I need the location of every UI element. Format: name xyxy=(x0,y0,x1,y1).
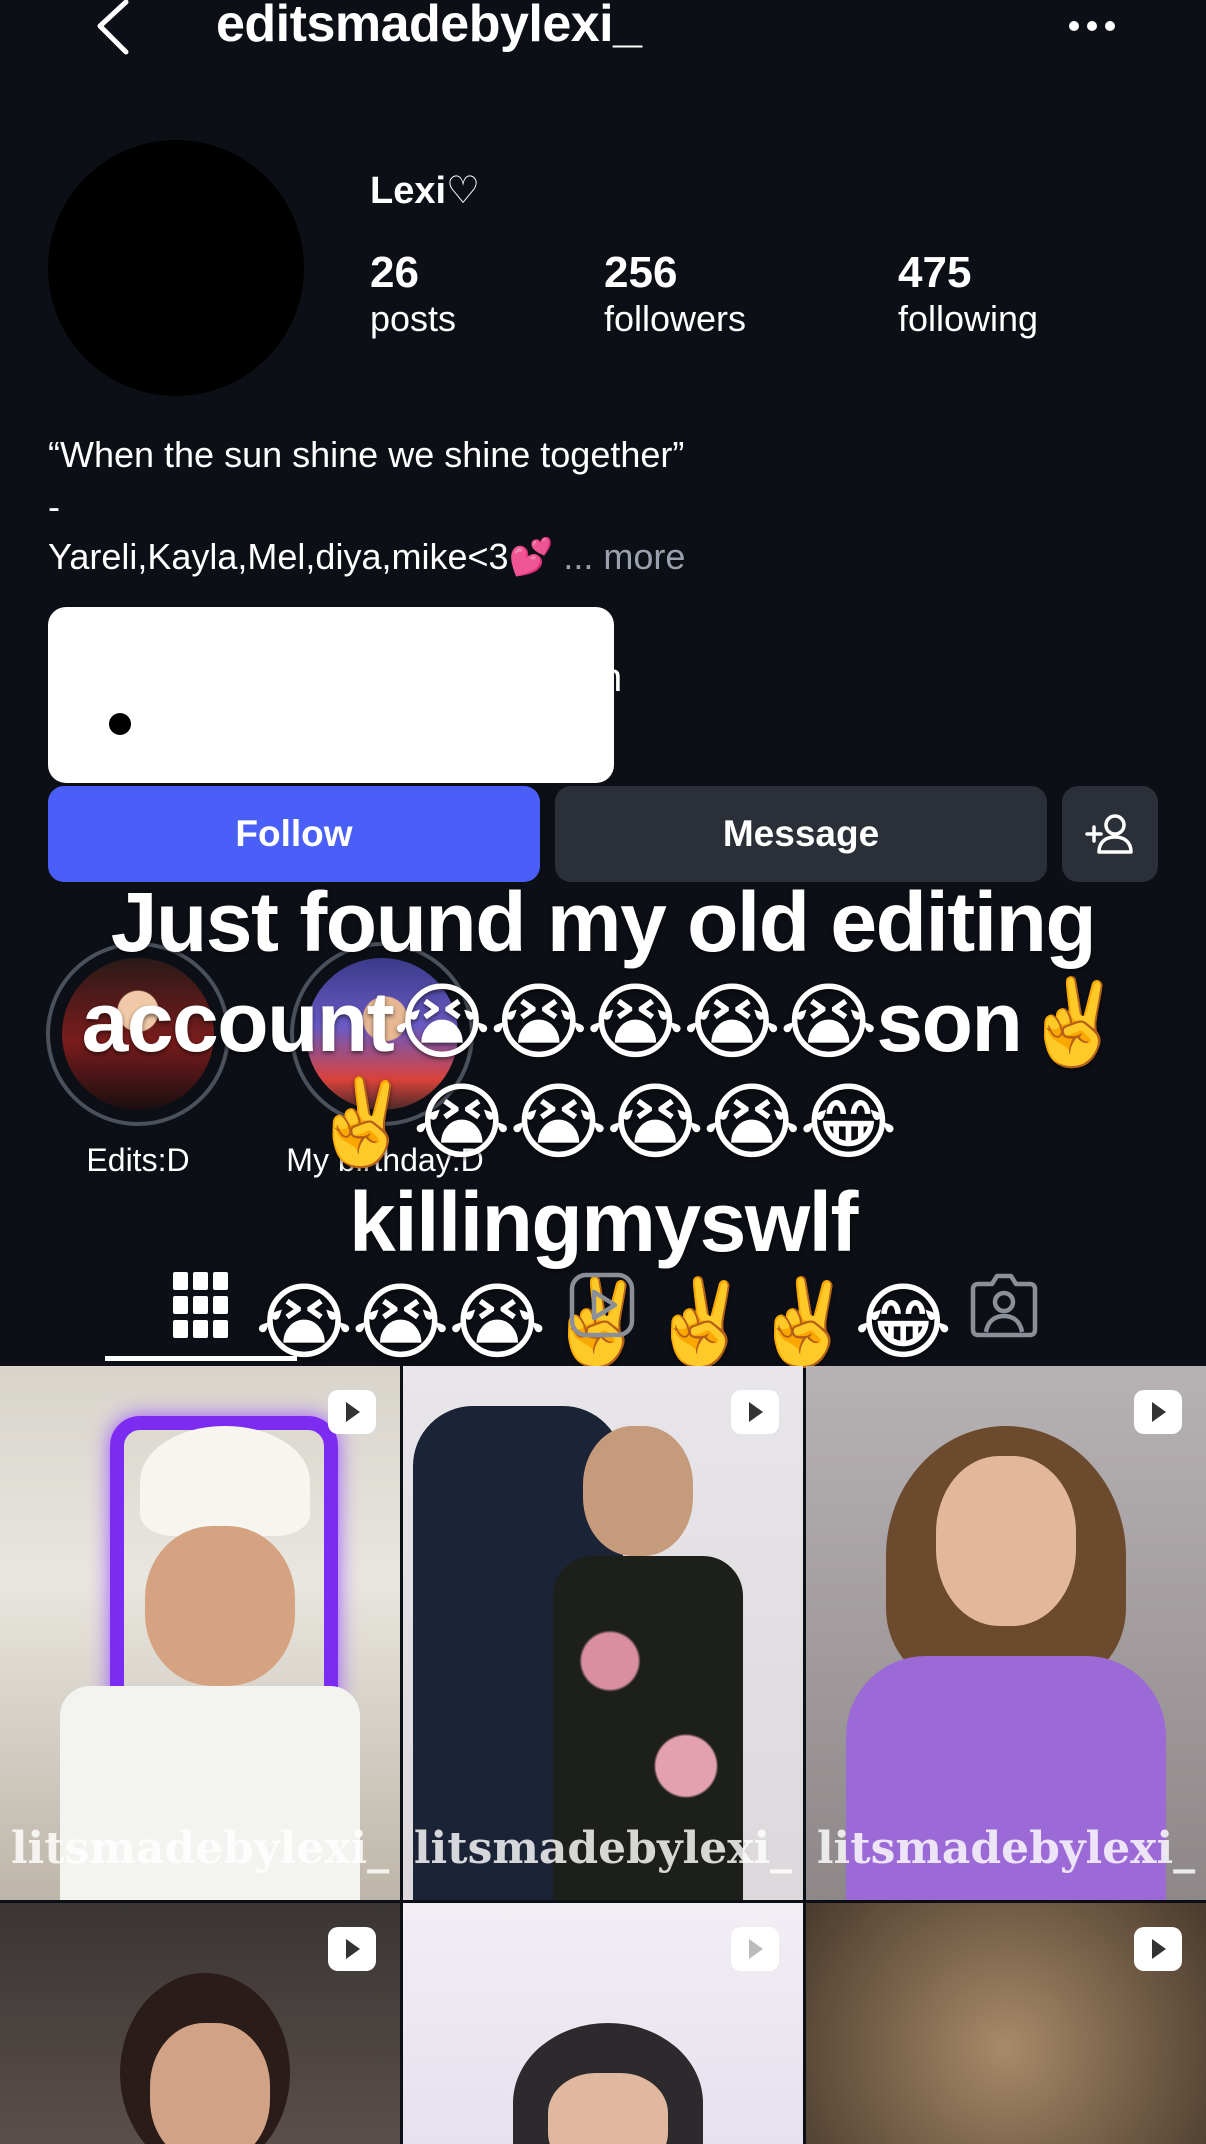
followers-count: 256 xyxy=(604,248,678,297)
grid-post-3[interactable]: litsmadebylexi_ xyxy=(806,1366,1206,1900)
tab-posts-grid[interactable] xyxy=(105,1250,297,1360)
active-tab-indicator xyxy=(105,1356,297,1361)
redaction-box xyxy=(48,607,614,783)
tile-1-watermark: litsmadebylexi_ xyxy=(10,1823,390,1874)
overlay-line-3: ✌️😭😭😭😭😂killingmyswlf xyxy=(309,1075,898,1269)
overlay-line-2: account😭😭😭😭😭son✌️ xyxy=(81,975,1126,1069)
followers-label: followers xyxy=(604,298,747,339)
grid-icon xyxy=(173,1272,228,1338)
add-person-icon xyxy=(1085,814,1133,854)
following-label: following xyxy=(898,298,1039,339)
reel-badge-icon xyxy=(1134,1390,1182,1434)
bio-line-2: - xyxy=(48,486,60,527)
reel-badge-icon xyxy=(731,1927,779,1971)
reels-icon xyxy=(569,1272,635,1338)
grid-post-1[interactable]: litsmadebylexi_ xyxy=(0,1366,400,1900)
reel-badge-icon xyxy=(328,1390,376,1434)
tile-2-face xyxy=(583,1426,693,1556)
tagged-person-icon xyxy=(970,1273,1038,1338)
posts-stat: 26 posts xyxy=(370,248,456,340)
posts-label: posts xyxy=(370,298,457,339)
reel-badge-icon xyxy=(731,1390,779,1434)
grid-post-6[interactable] xyxy=(806,1903,1206,2144)
tile-3-watermark: litsmadebylexi_ xyxy=(816,1823,1196,1874)
tile-5-face xyxy=(548,2073,668,2144)
bio-more-link[interactable]: more xyxy=(603,536,685,577)
tab-tagged[interactable] xyxy=(908,1250,1100,1360)
tile-3-face xyxy=(936,1456,1076,1626)
reel-badge-icon xyxy=(328,1927,376,1971)
profile-avatar[interactable] xyxy=(48,140,304,396)
bio-line-1: “When the sun shine we shine together” xyxy=(48,434,685,475)
followers-stat[interactable]: 256 followers xyxy=(604,248,746,340)
grid-post-4[interactable] xyxy=(0,1903,400,2144)
grid-post-2[interactable]: litsmadebylexi_ xyxy=(403,1366,803,1900)
posts-count: 26 xyxy=(370,248,419,297)
suggested-people-button[interactable] xyxy=(1062,786,1158,882)
overlay-line-1: Just found my old editing xyxy=(110,875,1097,969)
reel-badge-icon xyxy=(1134,1927,1182,1971)
grid-post-5[interactable] xyxy=(403,1903,803,2144)
bio-text: Yareli,Kayla,Mel,diya,mike<3💕 xyxy=(48,536,554,577)
display-name: Lexi♡ xyxy=(370,170,481,212)
tile-2-watermark: litsmadebylexi_ xyxy=(413,1823,793,1874)
tab-reels[interactable] xyxy=(506,1250,698,1360)
bio-ellipsis: ... xyxy=(563,536,594,577)
tile-1-face xyxy=(145,1526,295,1686)
tile-1-chef-hat xyxy=(140,1426,310,1536)
bio-line-3: Yareli,Kayla,Mel,diya,mike<3💕 ... more xyxy=(48,536,685,578)
follow-button[interactable]: Follow xyxy=(48,786,540,882)
message-button[interactable]: Message xyxy=(555,786,1047,882)
redaction-dot xyxy=(109,713,131,735)
following-count: 475 xyxy=(898,248,972,297)
back-chevron-icon[interactable] xyxy=(86,0,136,60)
more-menu-icon[interactable] xyxy=(1062,4,1122,44)
following-stat[interactable]: 475 following xyxy=(898,248,1038,340)
tile-4-face xyxy=(150,2023,270,2144)
profile-username: editsmadebylexi_ xyxy=(216,0,642,53)
